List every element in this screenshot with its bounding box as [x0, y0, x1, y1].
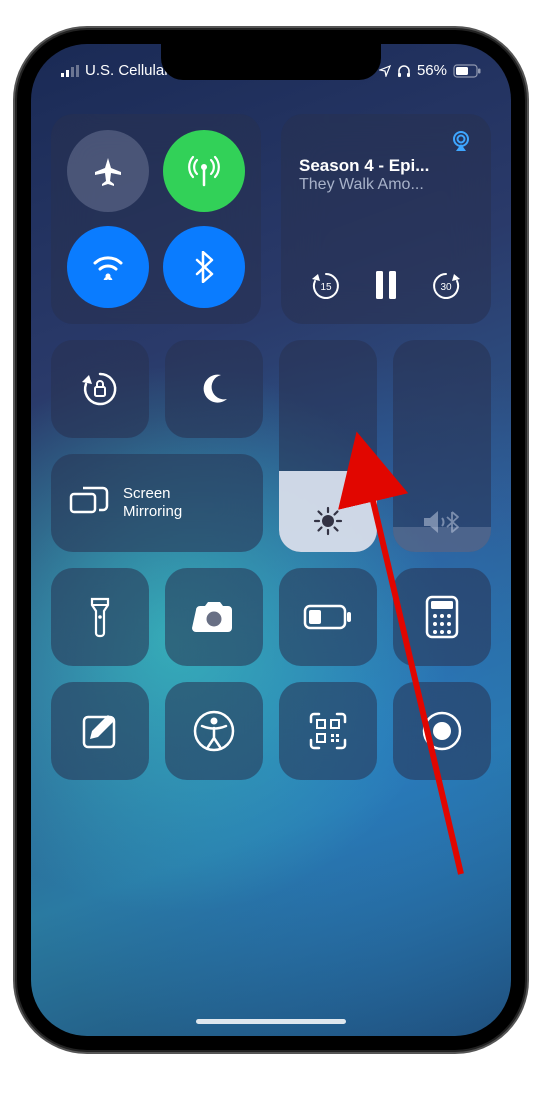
camera-icon: [192, 600, 236, 634]
antenna-icon: [186, 153, 222, 189]
skip-forward-button[interactable]: 30: [425, 264, 467, 306]
accessibility-button[interactable]: [165, 682, 263, 780]
volume-slider[interactable]: [393, 340, 491, 552]
do-not-disturb-button[interactable]: [165, 340, 263, 438]
svg-text:30: 30: [440, 282, 452, 293]
screen: U.S. Cellular 56%: [31, 44, 511, 1036]
accessibility-icon: [193, 710, 235, 752]
media-tile[interactable]: Season 4 - Epi... They Walk Amo... 15 30: [281, 114, 491, 324]
wifi-icon: [91, 254, 125, 280]
orientation-lock-button[interactable]: [51, 340, 149, 438]
svg-text:15: 15: [320, 282, 332, 293]
play-pause-button[interactable]: [365, 264, 407, 306]
screen-mirroring-button[interactable]: Screen Mirroring: [51, 454, 263, 552]
compose-icon: [80, 711, 120, 751]
home-indicator[interactable]: [196, 1019, 346, 1024]
moon-icon: [196, 371, 232, 407]
battery-label: 56%: [417, 62, 447, 79]
sun-icon: [313, 506, 343, 536]
notch: [161, 44, 381, 80]
airplane-toggle[interactable]: [67, 130, 149, 212]
control-center: Season 4 - Epi... They Walk Amo... 15 30: [51, 114, 491, 1016]
media-subtitle: They Walk Amo...: [299, 176, 473, 194]
screen-record-button[interactable]: [393, 682, 491, 780]
media-controls: 15 30: [299, 264, 473, 314]
screens-icon: [69, 486, 109, 520]
skip-back-button[interactable]: 15: [305, 264, 347, 306]
qr-scan-button[interactable]: [279, 682, 377, 780]
speaker-bluetooth-icon: [422, 508, 462, 536]
connectivity-cluster[interactable]: [51, 114, 261, 324]
low-power-button[interactable]: [279, 568, 377, 666]
wifi-toggle[interactable]: [67, 226, 149, 308]
battery-low-power-icon: [303, 604, 353, 630]
location-icon: [379, 65, 391, 77]
signal-icon: [61, 65, 79, 77]
bluetooth-toggle[interactable]: [163, 226, 245, 308]
qr-scan-icon: [307, 710, 349, 752]
battery-icon: [453, 64, 481, 78]
airplane-icon: [92, 155, 124, 187]
notes-button[interactable]: [51, 682, 149, 780]
calculator-button[interactable]: [393, 568, 491, 666]
flashlight-button[interactable]: [51, 568, 149, 666]
brightness-slider[interactable]: [279, 340, 377, 552]
headphones-icon: [397, 64, 411, 78]
flashlight-icon: [88, 595, 112, 639]
media-title: Season 4 - Epi...: [299, 156, 473, 176]
status-right: 56%: [379, 62, 481, 79]
cellular-toggle[interactable]: [163, 130, 245, 212]
carrier-label: U.S. Cellular: [85, 62, 169, 79]
screen-mirroring-label: Screen Mirroring: [123, 485, 182, 521]
bluetooth-icon: [194, 251, 214, 283]
screen-record-icon: [421, 710, 463, 752]
airplay-icon[interactable]: [449, 130, 473, 152]
calculator-icon: [425, 595, 459, 639]
camera-button[interactable]: [165, 568, 263, 666]
rotation-lock-icon: [78, 367, 122, 411]
phone-frame: U.S. Cellular 56%: [17, 30, 525, 1050]
